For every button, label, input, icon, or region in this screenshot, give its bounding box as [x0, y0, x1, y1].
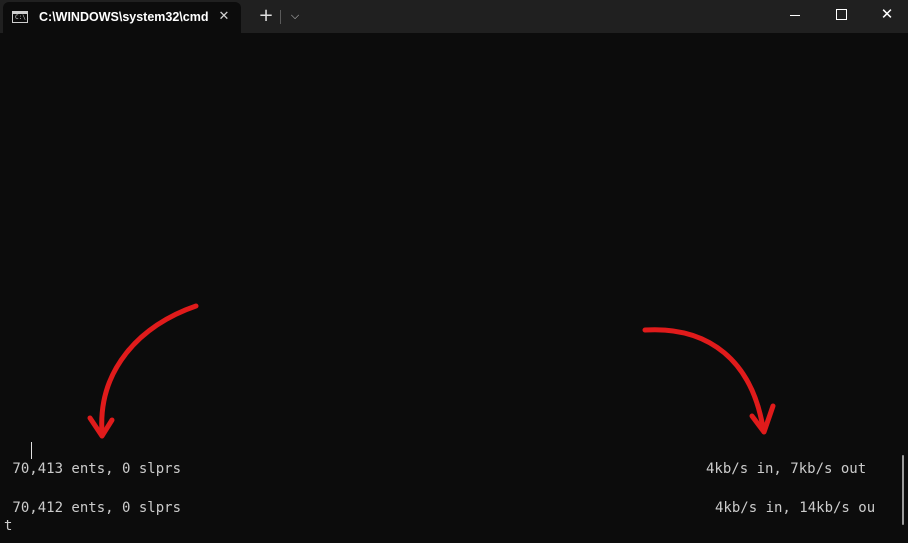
chevron-down-icon[interactable]: ⌵: [286, 6, 304, 26]
maximize-button[interactable]: [818, 0, 864, 30]
output-line-left-1: 70,413 ents, 0 slprs: [4, 461, 182, 477]
output-line-right-2: 4kb/s in, 14kb/s ou: [715, 500, 876, 516]
tab-cmd[interactable]: C:\. C:\WINDOWS\system32\cmd. ✕: [3, 2, 241, 33]
title-bar[interactable]: C:\. C:\WINDOWS\system32\cmd. ✕ + ⌵ ✕: [0, 0, 908, 33]
new-tab-button[interactable]: +: [256, 5, 276, 27]
output-line-left-2: 70,412 ents, 0 slprs: [4, 500, 182, 516]
output-line-right-1: 4kb/s in, 7kb/s out: [706, 461, 875, 477]
close-tab-icon[interactable]: ✕: [215, 8, 233, 26]
output-line-wrap-2: t: [4, 518, 13, 534]
cmd-icon: C:\.: [12, 11, 30, 23]
cmd-icon-text: C:\.: [15, 14, 30, 21]
close-window-button[interactable]: ✕: [864, 0, 908, 30]
maximize-icon: [836, 9, 847, 20]
text-cursor: [31, 442, 32, 459]
tab-title: C:\WINDOWS\system32\cmd.: [39, 10, 209, 24]
minimize-button[interactable]: [772, 0, 818, 30]
terminal-window: C:\. C:\WINDOWS\system32\cmd. ✕ + ⌵ ✕ 70…: [0, 0, 908, 543]
close-icon: ✕: [880, 5, 894, 23]
scrollbar[interactable]: [902, 455, 904, 525]
minimize-icon: [790, 15, 800, 16]
tab-separator: [280, 10, 281, 24]
